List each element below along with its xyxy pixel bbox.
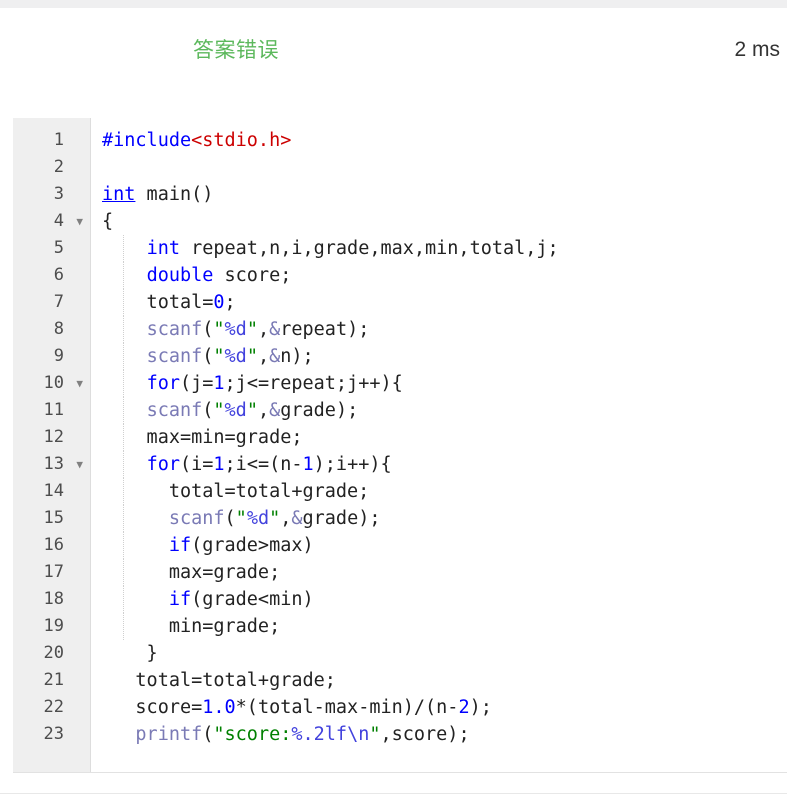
code-line: scanf("%d",&grade); [92,397,787,424]
code-line: for(j=1;j<=repeat;j++){ [92,370,787,397]
code-line: if(grade<min) [92,586,787,613]
fold-toggle-icon[interactable]: ▼ [76,370,83,397]
code-line: printf("score:%.2lf\n",score); [135,724,470,745]
code-line: for(i=1;i<=(n-1);i++){ [92,451,787,478]
fold-toggle-icon[interactable]: ▼ [76,451,83,478]
line-number: 8 [53,319,64,339]
code-line: total=0; [92,289,787,316]
code-line: scanf("%d",&repeat); [92,316,787,343]
code-content-pane[interactable]: #include<stdio.h> int main() { int repea… [92,118,787,772]
code-line: score=1.0*(total-max-min)/(n-2); [102,697,492,718]
line-number: 22 [43,697,64,717]
line-number: 14 [43,481,64,501]
bottom-divider-strip [0,793,787,801]
line-number: 2 [53,157,64,177]
code-line: max=grade; [92,559,787,586]
line-number: 5 [53,238,64,258]
line-number: 13 ▼ [13,451,91,478]
code-line: min=grade; [92,613,787,640]
code-line-list: #include<stdio.h> int main() { int repea… [92,127,787,748]
code-line: max=min=grade; [92,424,787,451]
line-number: 21 [43,670,64,690]
top-divider-line [0,8,787,9]
line-number: 16 [43,535,64,555]
line-number: 19 [43,616,64,636]
code-line: scanf("%d",&grade); [92,505,787,532]
line-number: 6 [53,265,64,285]
line-number: 10 ▼ [13,370,91,397]
runtime-value: 2 ms [734,38,780,61]
line-number: 3 [53,184,64,204]
line-number: 11 [43,400,64,420]
code-editor[interactable]: 1 2 3 4 ▼ 5 6 7 8 9 10 ▼ 11 12 13 ▼ 14 15 1… [13,118,787,772]
line-number-gutter: 1 2 3 4 ▼ 5 6 7 8 9 10 ▼ 11 12 13 ▼ 14 15 1… [13,118,91,772]
code-line: scanf("%d",&n); [92,343,787,370]
line-number: 9 [53,346,64,366]
code-line: #include<stdio.h> [102,130,292,151]
line-number: 17 [43,562,64,582]
verdict-status: 答案错误 [193,38,279,62]
code-line: total=total+grade; [102,670,336,691]
code-line: { [102,211,114,232]
line-number: 23 [43,724,64,744]
line-number: 12 [43,427,64,447]
line-number-list: 1 2 3 4 ▼ 5 6 7 8 9 10 ▼ 11 12 13 ▼ 14 15 1… [13,127,91,748]
fold-toggle-icon[interactable]: ▼ [76,208,83,235]
line-number: 4 ▼ [13,208,91,235]
line-number: 15 [43,508,64,528]
code-line: if(grade>max) [92,532,787,559]
line-number: 18 [43,589,64,609]
code-line: double score; [92,262,787,289]
submission-result-page: 答案错误 2 ms 1 2 3 4 ▼ 5 6 7 8 9 10 ▼ 11 12 1… [0,0,787,801]
top-divider-strip [0,0,787,8]
code-line: int main() [102,184,214,205]
code-line: } [102,643,158,664]
line-number: 1 [53,130,64,150]
line-number: 7 [53,292,64,312]
code-line: int repeat,n,i,grade,max,min,total,j; [92,235,787,262]
line-number: 20 [43,643,64,663]
code-line: total=total+grade; [92,478,787,505]
editor-bottom-border [13,772,787,773]
result-header: 答案错误 2 ms [0,28,787,72]
